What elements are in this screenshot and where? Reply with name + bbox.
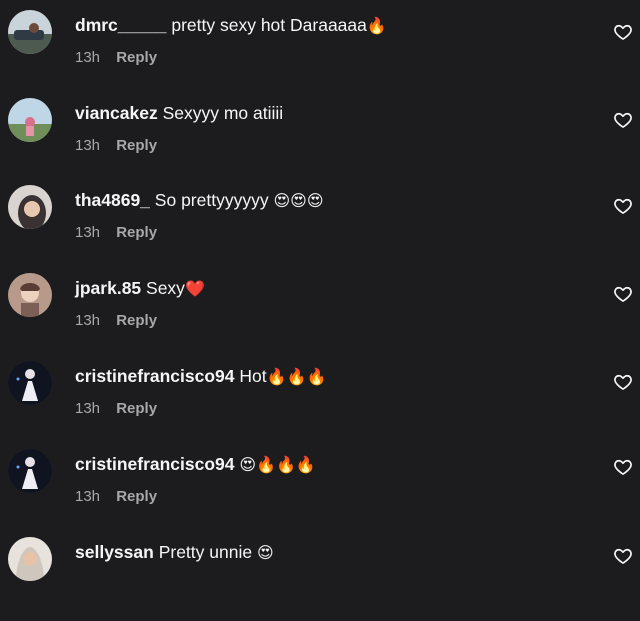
comment-emoji: 🔥 (366, 18, 387, 35)
avatar-image (8, 361, 52, 405)
comment-username[interactable]: cristinefrancisco94 (75, 366, 235, 386)
comment-username[interactable]: tha4869_ (75, 190, 150, 210)
comment-line: sellyssan Pretty unnie 😍 (75, 541, 580, 565)
like-button[interactable] (613, 110, 633, 130)
avatar[interactable] (8, 185, 52, 229)
avatar[interactable] (8, 98, 52, 142)
comment-body: dmrc_____ pretty sexy hot Daraaaaa🔥 13h … (75, 14, 580, 68)
comment-text: Sexy (146, 278, 185, 298)
comment-line: viancakez Sexyyy mo atiiii (75, 102, 580, 126)
comment-item: cristinefrancisco94 😍🔥🔥🔥 13h Reply (0, 445, 640, 533)
comment-emoji: ❤️ (184, 281, 205, 298)
avatar-image (8, 273, 52, 317)
like-button[interactable] (613, 546, 633, 566)
avatar[interactable] (8, 537, 52, 581)
avatar-image (8, 98, 52, 142)
comment-text: Hot (239, 366, 267, 386)
heart-outline-icon (614, 548, 632, 564)
comment-timestamp: 13h (75, 49, 101, 66)
avatar-image (8, 449, 52, 493)
reply-button[interactable]: Reply (116, 488, 157, 505)
like-button[interactable] (613, 457, 633, 477)
comment-line: jpark.85 Sexy❤️ (75, 277, 580, 301)
comment-username[interactable]: sellyssan (75, 542, 154, 562)
heart-outline-icon (614, 286, 632, 302)
comment-line: tha4869_ So prettyyyyyy 😍😍😍 (75, 189, 580, 213)
avatar[interactable] (8, 273, 52, 317)
like-button[interactable] (613, 284, 633, 304)
comment-line: dmrc_____ pretty sexy hot Daraaaaa🔥 (75, 14, 580, 38)
like-button[interactable] (613, 372, 633, 392)
like-button[interactable] (613, 196, 633, 216)
comment-timestamp: 13h (75, 400, 101, 417)
comment-emoji: 😍 (256, 545, 274, 562)
avatar-image (8, 537, 52, 581)
comment-meta: 13h Reply (75, 311, 580, 331)
avatar[interactable] (8, 361, 52, 405)
comment-username[interactable]: cristinefrancisco94 (75, 454, 235, 474)
comment-meta: 13h Reply (75, 223, 580, 243)
avatar[interactable] (8, 10, 52, 54)
comment-list: dmrc_____ pretty sexy hot Daraaaaa🔥 13h … (0, 0, 640, 581)
comment-line: cristinefrancisco94 Hot🔥🔥🔥 (75, 365, 580, 389)
comment-emoji: 🔥🔥🔥 (266, 369, 327, 386)
reply-button[interactable]: Reply (116, 224, 157, 241)
comment-emoji: 😍🔥🔥🔥 (239, 457, 316, 474)
comment-text: So prettyyyyyy (154, 190, 269, 210)
comment-timestamp: 13h (75, 488, 101, 505)
comment-username[interactable]: jpark.85 (75, 278, 141, 298)
comment-text: pretty sexy hot Daraaaaa (171, 15, 367, 35)
reply-button[interactable]: Reply (116, 49, 157, 66)
comment-username[interactable]: viancakez (75, 103, 158, 123)
comment-meta: 13h Reply (75, 399, 580, 419)
comment-body: sellyssan Pretty unnie 😍 (75, 541, 580, 565)
comment-meta: 13h Reply (75, 487, 580, 507)
avatar[interactable] (8, 449, 52, 493)
comment-item: tha4869_ So prettyyyyyy 😍😍😍 13h Reply (0, 181, 640, 269)
heart-outline-icon (614, 112, 632, 128)
comment-text: Pretty unnie (158, 542, 253, 562)
comment-text: Sexyyy mo atiiii (162, 103, 284, 123)
comment-item: cristinefrancisco94 Hot🔥🔥🔥 13h Reply (0, 357, 640, 445)
comment-body: tha4869_ So prettyyyyyy 😍😍😍 13h Reply (75, 189, 580, 243)
comment-body: cristinefrancisco94 😍🔥🔥🔥 13h Reply (75, 453, 580, 507)
avatar-image (8, 10, 52, 54)
comment-item: viancakez Sexyyy mo atiiii 13h Reply (0, 94, 640, 182)
comment-timestamp: 13h (75, 312, 101, 329)
reply-button[interactable]: Reply (116, 400, 157, 417)
heart-outline-icon (614, 24, 632, 40)
comment-timestamp: 13h (75, 224, 101, 241)
comment-meta: 13h Reply (75, 136, 580, 156)
comment-body: cristinefrancisco94 Hot🔥🔥🔥 13h Reply (75, 365, 580, 419)
comment-line: cristinefrancisco94 😍🔥🔥🔥 (75, 453, 580, 477)
comment-item: dmrc_____ pretty sexy hot Daraaaaa🔥 13h … (0, 6, 640, 94)
comment-timestamp: 13h (75, 137, 101, 154)
like-button[interactable] (613, 22, 633, 42)
comment-body: viancakez Sexyyy mo atiiii 13h Reply (75, 102, 580, 156)
reply-button[interactable]: Reply (116, 312, 157, 329)
heart-outline-icon (614, 374, 632, 390)
comment-item: jpark.85 Sexy❤️ 13h Reply (0, 269, 640, 357)
heart-outline-icon (614, 198, 632, 214)
heart-outline-icon (614, 459, 632, 475)
comment-meta: 13h Reply (75, 48, 580, 68)
avatar-image (8, 185, 52, 229)
comment-body: jpark.85 Sexy❤️ 13h Reply (75, 277, 580, 331)
comment-emoji: 😍😍😍 (273, 193, 324, 210)
reply-button[interactable]: Reply (116, 137, 157, 154)
comment-item: sellyssan Pretty unnie 😍 (0, 533, 640, 621)
comment-username[interactable]: dmrc_____ (75, 15, 166, 35)
